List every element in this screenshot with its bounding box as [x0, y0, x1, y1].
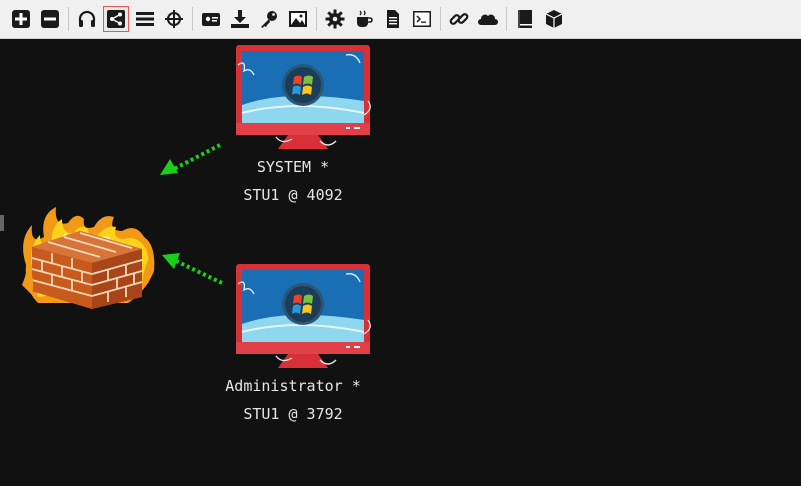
headphones-icon — [78, 10, 96, 27]
session-node[interactable]: Administrator * STU1 @ 3792 — [208, 264, 378, 444]
gear-icon — [325, 9, 345, 29]
credentials-button[interactable] — [198, 6, 224, 32]
key-icon — [261, 11, 277, 28]
screenshots-button[interactable] — [285, 6, 311, 32]
compromised-windows-host-icon — [236, 45, 371, 149]
session-node[interactable]: SYSTEM * STU1 @ 4092 — [208, 45, 378, 225]
compromised-windows-host-icon — [236, 264, 371, 368]
crosshair-icon — [165, 10, 183, 28]
remove-button[interactable] — [37, 6, 63, 32]
settings-button[interactable] — [322, 6, 348, 32]
toolbar-separator — [192, 7, 193, 31]
help-button[interactable] — [512, 6, 538, 32]
session-host-label: STU1 @ 3792 — [243, 405, 343, 423]
session-user-label: Administrator * — [225, 377, 361, 395]
downloads-button[interactable] — [227, 6, 253, 32]
pivot-graph-icon — [107, 10, 125, 28]
toolbar-separator — [68, 7, 69, 31]
add-icon — [12, 10, 30, 28]
panel-divider[interactable] — [0, 215, 4, 231]
toolbar-separator — [506, 7, 507, 31]
pivot-graph-button[interactable] — [103, 6, 129, 32]
session-user-label: SYSTEM * — [256, 158, 330, 176]
session-table-button[interactable] — [132, 6, 158, 32]
toolbar — [0, 0, 801, 39]
about-button[interactable] — [541, 6, 567, 32]
cloud-button[interactable] — [475, 6, 501, 32]
list-icon — [136, 12, 154, 26]
screenshot-icon — [202, 13, 220, 26]
image-icon — [289, 11, 307, 27]
java-button[interactable] — [351, 6, 377, 32]
toolbar-separator — [316, 7, 317, 31]
keys-button[interactable] — [256, 6, 282, 32]
add-button[interactable] — [8, 6, 34, 32]
download-icon — [231, 10, 249, 28]
notes-button[interactable] — [380, 6, 406, 32]
links-button[interactable] — [446, 6, 472, 32]
cloud-icon — [478, 14, 498, 25]
toolbar-separator — [440, 7, 441, 31]
listeners-button[interactable] — [74, 6, 100, 32]
cube-icon — [545, 10, 563, 28]
coffee-icon — [357, 10, 373, 27]
document-icon — [387, 10, 399, 28]
remove-icon — [41, 10, 59, 28]
link-icon — [449, 13, 469, 25]
terminal-icon — [413, 11, 431, 27]
firewall-icon[interactable] — [18, 205, 158, 311]
console-button[interactable] — [409, 6, 435, 32]
book-icon — [518, 10, 532, 28]
targets-button[interactable] — [161, 6, 187, 32]
pivot-graph-canvas[interactable]: SYSTEM * STU1 @ 4092 Administrator * STU… — [0, 39, 801, 486]
session-host-label: STU1 @ 4092 — [243, 186, 343, 204]
